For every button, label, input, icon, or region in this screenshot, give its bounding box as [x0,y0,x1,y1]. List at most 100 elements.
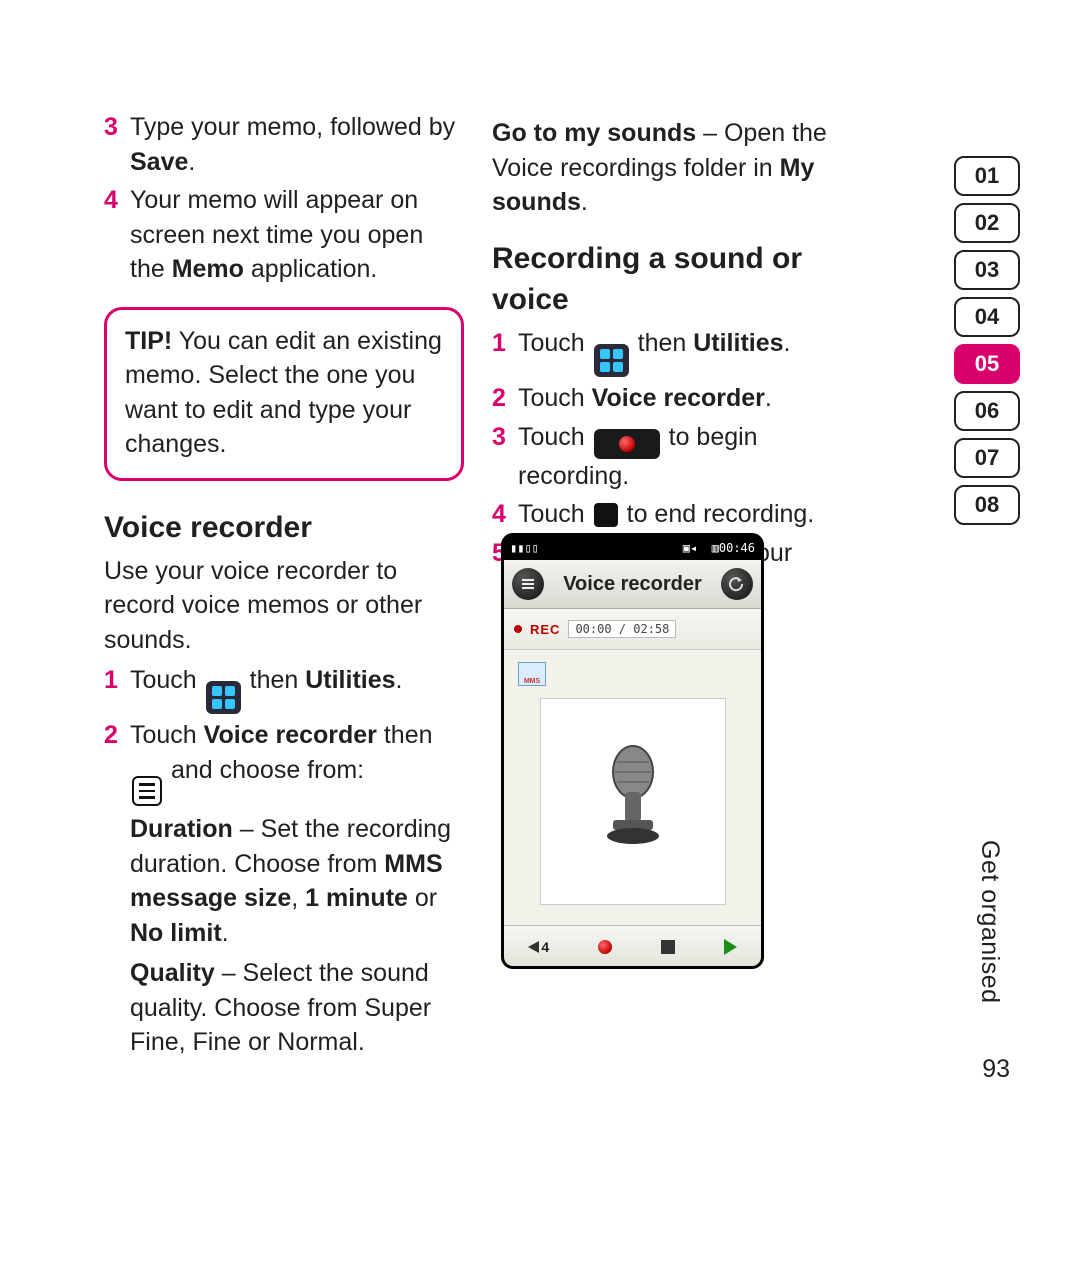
text: Touch [130,666,204,694]
phone-rec-header: REC 00:00 / 02:58 [504,609,761,650]
step-body: Touch Voice recorder. [518,381,852,416]
volume-value: 4 [541,939,549,955]
record-button[interactable] [598,940,612,954]
menu-list-icon [132,776,162,806]
quality-option: Quality – Select the sound quality. Choo… [130,956,464,1060]
bold: Save [130,148,188,176]
text: . [784,329,791,357]
phone-screenshot: ▮▮▯▯ ▣◂ ▥00:46 Voice recorder REC 00:00 … [501,533,764,969]
chapter-tab-01[interactable]: 01 [954,156,1020,196]
stop-button-icon [594,503,618,527]
duration-option: Duration – Set the recording duration. C… [130,812,464,950]
heading-voice-recorder: Voice recorder [104,507,464,548]
microphone-area [540,698,726,905]
text: . [396,666,403,694]
rec-step-3: 3 Touch to begin recording. [492,420,852,494]
step-body: Touch to begin recording. [518,420,852,494]
stop-icon [661,940,675,954]
record-icon [598,940,612,954]
bold: Quality [130,959,215,987]
phone-bottom-bar: 4 [504,925,761,968]
chapter-tab-03[interactable]: 03 [954,250,1020,290]
rec-step-4: 4 Touch to end recording. [492,497,852,532]
step-number: 3 [492,420,518,494]
phone-status-bar: ▮▮▯▯ ▣◂ ▥00:46 [504,536,761,560]
step-number: 2 [492,381,518,416]
voice-intro: Use your voice recorder to record voice … [104,554,464,658]
text: . [222,919,229,947]
chapter-tab-04[interactable]: 04 [954,297,1020,337]
text: then [377,721,433,749]
chapter-tab-06[interactable]: 06 [954,391,1020,431]
bold: Go to my sounds [492,119,696,147]
rec-time: 00:00 / 02:58 [568,620,676,638]
rec-step-2: 2 Touch Voice recorder. [492,381,852,416]
step-4: 4 Your memo will appear on screen next t… [104,183,464,287]
text: Touch [518,423,592,451]
step-number: 1 [492,326,518,377]
page-content: 3 Type your memo, followed by Save. 4 Yo… [104,110,894,1110]
bold: Duration [130,815,233,843]
chapter-tab-07[interactable]: 07 [954,438,1020,478]
text: then [638,329,694,357]
chapter-tab-02[interactable]: 02 [954,203,1020,243]
text: Touch [130,721,204,749]
bold: Utilities [305,666,395,694]
text: , [291,884,305,912]
step-number: 4 [492,497,518,532]
step-body: Touch to end recording. [518,497,852,532]
phone-title-bar: Voice recorder [504,560,761,609]
play-icon [724,939,737,955]
microphone-icon [593,742,673,862]
phone-menu-icon[interactable] [512,568,544,600]
bold: Memo [172,255,244,283]
step-body: Touch then Utilities. [130,663,464,714]
signal-icon: ▮▮▯▯ [510,541,539,555]
step-number: 4 [104,183,130,287]
step-body: Type your memo, followed by Save. [130,110,464,179]
chapter-tab-05[interactable]: 05 [954,344,1020,384]
step-number: 2 [104,718,130,806]
speaker-icon [528,941,539,953]
text: . [765,384,772,412]
play-button[interactable] [724,939,737,955]
volume-indicator[interactable]: 4 [528,939,549,955]
phone-back-icon[interactable] [721,568,753,600]
text: Type your memo, followed by [130,113,455,141]
step-3: 3 Type your memo, followed by Save. [104,110,464,179]
step-number: 3 [104,110,130,179]
text: . [581,188,588,216]
text: or [408,884,437,912]
bold: Voice recorder [592,384,765,412]
phone-rec-body: MMS [504,650,761,925]
section-label: Get organised [975,840,1004,1004]
voice-step-2: 2 Touch Voice recorder then and choose f… [104,718,464,806]
page-number: 93 [982,1055,1010,1084]
heading-recording-sound: Recording a sound or voice [492,238,852,321]
rec-label: REC [530,622,560,637]
record-button-icon [594,429,660,459]
left-column: 3 Type your memo, followed by Save. 4 Yo… [104,110,464,1066]
status-icons: ▣◂ ▥00:46 [683,541,755,555]
text: and choose from: [171,756,364,784]
text: then [250,666,306,694]
tip-box: TIP! You can edit an existing memo. Sele… [104,307,464,481]
text: . [188,148,195,176]
phone-title: Voice recorder [552,573,713,596]
step-number: 1 [104,663,130,714]
rec-dot-icon [514,625,522,633]
text: Touch [518,384,592,412]
size-chip-icon: MMS [518,662,546,686]
stop-button[interactable] [661,940,675,954]
bold: Utilities [693,329,783,357]
tip-text: You can edit an existing memo. Select th… [125,327,442,459]
step-body: Your memo will appear on screen next tim… [130,183,464,287]
step-body: Touch then Utilities. [518,326,852,377]
apps-grid-icon [206,681,241,714]
text: Touch [518,329,592,357]
bold: Voice recorder [204,721,377,749]
bold: No limit [130,919,222,947]
two-columns: 3 Type your memo, followed by Save. 4 Yo… [104,110,894,1066]
chapter-tab-08[interactable]: 08 [954,485,1020,525]
text: to end recording. [627,500,815,528]
